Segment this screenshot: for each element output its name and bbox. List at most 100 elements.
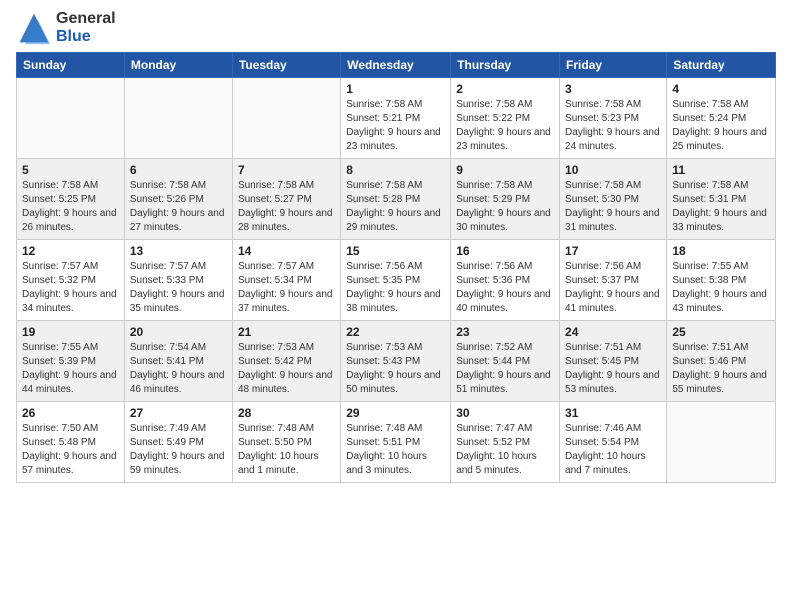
week-row-2: 5 Sunrise: 7:58 AM Sunset: 5:25 PM Daylig… xyxy=(17,159,776,240)
day-number: 19 xyxy=(22,325,119,339)
calendar-cell: 16 Sunrise: 7:56 AM Sunset: 5:36 PM Dayli… xyxy=(451,240,560,321)
weekday-thursday: Thursday xyxy=(451,53,560,78)
day-info: Sunrise: 7:47 AM Sunset: 5:52 PM Dayligh… xyxy=(456,422,554,478)
day-number: 6 xyxy=(130,163,227,177)
day-info: Sunrise: 7:52 AM Sunset: 5:44 PM Dayligh… xyxy=(456,341,554,397)
calendar-cell: 15 Sunrise: 7:56 AM Sunset: 5:35 PM Dayli… xyxy=(341,240,451,321)
day-number: 28 xyxy=(238,406,335,420)
day-info: Sunrise: 7:53 AM Sunset: 5:43 PM Dayligh… xyxy=(346,341,445,397)
day-info: Sunrise: 7:50 AM Sunset: 5:48 PM Dayligh… xyxy=(22,422,119,478)
day-number: 8 xyxy=(346,163,445,177)
calendar-cell: 20 Sunrise: 7:54 AM Sunset: 5:41 PM Dayli… xyxy=(124,321,232,402)
day-info: Sunrise: 7:56 AM Sunset: 5:36 PM Dayligh… xyxy=(456,260,554,316)
day-info: Sunrise: 7:58 AM Sunset: 5:23 PM Dayligh… xyxy=(565,98,661,154)
day-number: 12 xyxy=(22,244,119,258)
week-row-3: 12 Sunrise: 7:57 AM Sunset: 5:32 PM Dayli… xyxy=(17,240,776,321)
day-info: Sunrise: 7:51 AM Sunset: 5:45 PM Dayligh… xyxy=(565,341,661,397)
calendar-cell: 21 Sunrise: 7:53 AM Sunset: 5:42 PM Dayli… xyxy=(232,321,340,402)
calendar-cell: 28 Sunrise: 7:48 AM Sunset: 5:50 PM Dayli… xyxy=(232,402,340,483)
day-number: 5 xyxy=(22,163,119,177)
calendar-cell: 26 Sunrise: 7:50 AM Sunset: 5:48 PM Dayli… xyxy=(17,402,125,483)
day-number: 3 xyxy=(565,82,661,96)
day-number: 17 xyxy=(565,244,661,258)
calendar-cell: 31 Sunrise: 7:46 AM Sunset: 5:54 PM Dayli… xyxy=(560,402,667,483)
logo-general: General xyxy=(56,10,116,28)
calendar-cell: 11Sunrise: 7:58 AM Sunset: 5:31 PM Dayli… xyxy=(667,159,776,240)
weekday-sunday: Sunday xyxy=(17,53,125,78)
day-number: 30 xyxy=(456,406,554,420)
weekday-wednesday: Wednesday xyxy=(341,53,451,78)
day-number: 13 xyxy=(130,244,227,258)
day-number: 16 xyxy=(456,244,554,258)
day-info: Sunrise: 7:49 AM Sunset: 5:49 PM Dayligh… xyxy=(130,422,227,478)
day-info: Sunrise: 7:58 AM Sunset: 5:29 PM Dayligh… xyxy=(456,179,554,235)
day-info: Sunrise: 7:46 AM Sunset: 5:54 PM Dayligh… xyxy=(565,422,661,478)
day-number: 2 xyxy=(456,82,554,96)
calendar-cell xyxy=(232,78,340,159)
day-number: 1 xyxy=(346,82,445,96)
calendar-cell: 25 Sunrise: 7:51 AM Sunset: 5:46 PM Dayli… xyxy=(667,321,776,402)
day-number: 29 xyxy=(346,406,445,420)
calendar-cell xyxy=(124,78,232,159)
logo-blue: Blue xyxy=(56,28,116,46)
day-info: Sunrise: 7:53 AM Sunset: 5:42 PM Dayligh… xyxy=(238,341,335,397)
day-info: Sunrise: 7:58 AM Sunset: 5:31 PM Dayligh… xyxy=(672,179,770,235)
day-number: 10 xyxy=(565,163,661,177)
day-info: Sunrise: 7:57 AM Sunset: 5:32 PM Dayligh… xyxy=(22,260,119,316)
calendar-cell xyxy=(667,402,776,483)
calendar-cell: 17Sunrise: 7:56 AM Sunset: 5:37 PM Dayli… xyxy=(560,240,667,321)
day-info: Sunrise: 7:58 AM Sunset: 5:28 PM Dayligh… xyxy=(346,179,445,235)
day-number: 25 xyxy=(672,325,770,339)
day-info: Sunrise: 7:58 AM Sunset: 5:27 PM Dayligh… xyxy=(238,179,335,235)
calendar-cell: 12 Sunrise: 7:57 AM Sunset: 5:32 PM Dayli… xyxy=(17,240,125,321)
day-number: 9 xyxy=(456,163,554,177)
day-number: 7 xyxy=(238,163,335,177)
day-number: 4 xyxy=(672,82,770,96)
week-row-5: 26 Sunrise: 7:50 AM Sunset: 5:48 PM Dayli… xyxy=(17,402,776,483)
day-info: Sunrise: 7:58 AM Sunset: 5:22 PM Dayligh… xyxy=(456,98,554,154)
calendar-cell: 23Sunrise: 7:52 AM Sunset: 5:44 PM Dayli… xyxy=(451,321,560,402)
week-row-1: 1 Sunrise: 7:58 AM Sunset: 5:21 PM Daylig… xyxy=(17,78,776,159)
day-number: 20 xyxy=(130,325,227,339)
calendar-cell: 4 Sunrise: 7:58 AM Sunset: 5:24 PM Daylig… xyxy=(667,78,776,159)
weekday-saturday: Saturday xyxy=(667,53,776,78)
calendar-cell: 8 Sunrise: 7:58 AM Sunset: 5:28 PM Daylig… xyxy=(341,159,451,240)
day-number: 26 xyxy=(22,406,119,420)
weekday-friday: Friday xyxy=(560,53,667,78)
logo-area: General Blue xyxy=(16,10,116,46)
day-info: Sunrise: 7:57 AM Sunset: 5:33 PM Dayligh… xyxy=(130,260,227,316)
calendar-cell: 27 Sunrise: 7:49 AM Sunset: 5:49 PM Dayli… xyxy=(124,402,232,483)
calendar-cell: 18Sunrise: 7:55 AM Sunset: 5:38 PM Dayli… xyxy=(667,240,776,321)
weekday-tuesday: Tuesday xyxy=(232,53,340,78)
day-number: 27 xyxy=(130,406,227,420)
calendar-table: SundayMondayTuesdayWednesdayThursdayFrid… xyxy=(16,52,776,483)
day-number: 22 xyxy=(346,325,445,339)
day-info: Sunrise: 7:48 AM Sunset: 5:50 PM Dayligh… xyxy=(238,422,335,478)
day-info: Sunrise: 7:55 AM Sunset: 5:39 PM Dayligh… xyxy=(22,341,119,397)
day-info: Sunrise: 7:58 AM Sunset: 5:21 PM Dayligh… xyxy=(346,98,445,154)
day-number: 15 xyxy=(346,244,445,258)
day-info: Sunrise: 7:48 AM Sunset: 5:51 PM Dayligh… xyxy=(346,422,445,478)
calendar-cell: 5 Sunrise: 7:58 AM Sunset: 5:25 PM Daylig… xyxy=(17,159,125,240)
day-info: Sunrise: 7:58 AM Sunset: 5:25 PM Dayligh… xyxy=(22,179,119,235)
calendar-cell: 29 Sunrise: 7:48 AM Sunset: 5:51 PM Dayli… xyxy=(341,402,451,483)
calendar-cell: 7 Sunrise: 7:58 AM Sunset: 5:27 PM Daylig… xyxy=(232,159,340,240)
calendar-cell: 9 Sunrise: 7:58 AM Sunset: 5:29 PM Daylig… xyxy=(451,159,560,240)
day-info: Sunrise: 7:58 AM Sunset: 5:30 PM Dayligh… xyxy=(565,179,661,235)
day-info: Sunrise: 7:55 AM Sunset: 5:38 PM Dayligh… xyxy=(672,260,770,316)
day-number: 31 xyxy=(565,406,661,420)
day-info: Sunrise: 7:54 AM Sunset: 5:41 PM Dayligh… xyxy=(130,341,227,397)
day-info: Sunrise: 7:58 AM Sunset: 5:26 PM Dayligh… xyxy=(130,179,227,235)
calendar-cell: 3 Sunrise: 7:58 AM Sunset: 5:23 PM Daylig… xyxy=(560,78,667,159)
calendar-cell: 14Sunrise: 7:57 AM Sunset: 5:34 PM Dayli… xyxy=(232,240,340,321)
logo-text: General Blue xyxy=(56,10,116,45)
day-number: 21 xyxy=(238,325,335,339)
calendar-cell: 6 Sunrise: 7:58 AM Sunset: 5:26 PM Daylig… xyxy=(124,159,232,240)
day-info: Sunrise: 7:58 AM Sunset: 5:24 PM Dayligh… xyxy=(672,98,770,154)
day-info: Sunrise: 7:56 AM Sunset: 5:35 PM Dayligh… xyxy=(346,260,445,316)
calendar-cell: 13 Sunrise: 7:57 AM Sunset: 5:33 PM Dayli… xyxy=(124,240,232,321)
day-info: Sunrise: 7:51 AM Sunset: 5:46 PM Dayligh… xyxy=(672,341,770,397)
weekday-header-row: SundayMondayTuesdayWednesdayThursdayFrid… xyxy=(17,53,776,78)
calendar-cell xyxy=(17,78,125,159)
day-number: 24 xyxy=(565,325,661,339)
